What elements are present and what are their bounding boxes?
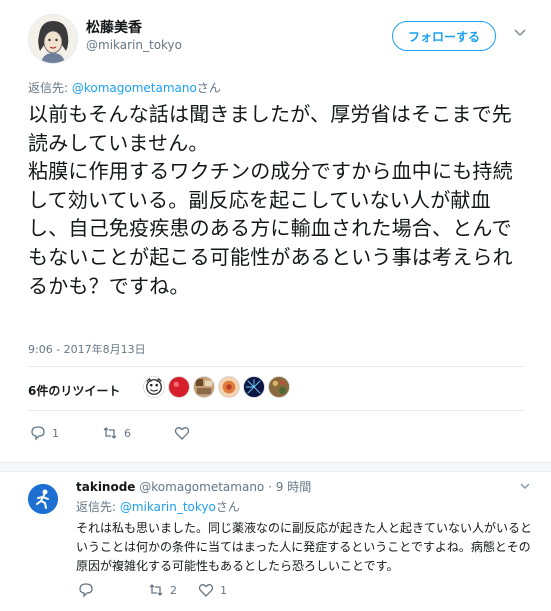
retweeter-avatar-6[interactable] <box>268 376 290 398</box>
reply-like-count: 1 <box>220 583 227 597</box>
red-ball-avatar-icon <box>169 377 189 397</box>
runner-avatar-icon <box>28 484 58 514</box>
clown-avatar-icon <box>144 377 164 397</box>
reply-icon <box>79 583 93 598</box>
portrait-sketch-icon <box>29 15 77 63</box>
divider <box>28 410 524 411</box>
reply-time[interactable]: 9 時間 <box>276 480 311 494</box>
reply-like-action[interactable]: 1 <box>198 582 248 598</box>
reply-more-chevron-icon[interactable] <box>518 478 532 492</box>
reply-icon <box>31 426 45 441</box>
follow-button[interactable]: フォローする <box>392 21 496 51</box>
author-avatar[interactable] <box>28 14 78 64</box>
reply-reply-to-suffix: さん <box>215 500 240 514</box>
reply-dot: · <box>268 480 272 494</box>
reply-to-mention[interactable]: @komagometamano <box>72 81 197 95</box>
pattern-avatar-icon <box>269 377 289 397</box>
heart-icon <box>198 584 214 597</box>
retweeter-avatar-3[interactable] <box>193 376 215 398</box>
retweet-count-text: 6件のリツイート <box>28 384 121 398</box>
author-name[interactable]: 松藤美香 <box>86 17 142 37</box>
more-options-chevron-icon[interactable] <box>512 24 528 40</box>
retweet-count: 6 <box>124 426 131 440</box>
flower-avatar-icon <box>219 377 239 397</box>
reply-reply-to-line: 返信先: @mikarin_tokyoさん <box>76 498 240 515</box>
reply-reply-action[interactable] <box>78 582 148 598</box>
tweet-text: 以前もそんな話は聞きましたが、厚労省はそこまで先読みしていません。 粘膜に作用す… <box>28 102 513 298</box>
reply-to-prefix: 返信先: <box>28 81 72 95</box>
action-bar: 1 6 <box>30 424 234 442</box>
reply-retweet-count: 2 <box>170 583 177 597</box>
reply-to-suffix: さん <box>196 81 221 95</box>
retweeter-avatar-4[interactable] <box>218 376 240 398</box>
retweet-action[interactable]: 6 <box>102 425 174 441</box>
reply-action-bar: 2 1 <box>78 582 248 598</box>
reply-header: takinode @komagometamano · 9 時間 <box>76 478 311 495</box>
divider <box>28 366 524 367</box>
reply-reply-to-mention[interactable]: @mikarin_tokyo <box>120 500 216 514</box>
reply-count: 1 <box>52 426 59 440</box>
reply-to-line: 返信先: @komagometamanoさん <box>28 79 221 96</box>
reply-retweet-action[interactable]: 2 <box>148 582 198 598</box>
reply-reply-to-prefix: 返信先: <box>76 500 120 514</box>
reply-author-avatar[interactable] <box>28 484 58 514</box>
heart-icon <box>174 427 190 440</box>
section-separator <box>0 462 551 472</box>
reply-author-handle[interactable]: @komagometamano <box>139 480 264 494</box>
reply-text: それは私も思いました。同じ薬液なのに副反応が起きた人と起きていない人がいるという… <box>76 521 533 573</box>
like-action[interactable] <box>174 425 234 441</box>
retweeter-avatar-2[interactable] <box>168 376 190 398</box>
fireworks-avatar-icon <box>244 377 264 397</box>
collage-avatar-icon <box>194 377 214 397</box>
retweet-count-label[interactable]: 6件のリツイート <box>28 382 120 399</box>
retweeter-avatar-1[interactable] <box>143 376 165 398</box>
retweet-icon <box>149 584 163 596</box>
author-handle[interactable]: @mikarin_tokyo <box>86 38 182 52</box>
retweeter-avatars <box>143 376 290 400</box>
reply-author-name[interactable]: takinode <box>76 480 135 494</box>
tweet-timestamp[interactable]: 9:06 - 2017年8月13日 <box>28 341 146 357</box>
retweet-icon <box>103 427 117 439</box>
retweeter-avatar-5[interactable] <box>243 376 265 398</box>
reply-action[interactable]: 1 <box>30 425 102 441</box>
